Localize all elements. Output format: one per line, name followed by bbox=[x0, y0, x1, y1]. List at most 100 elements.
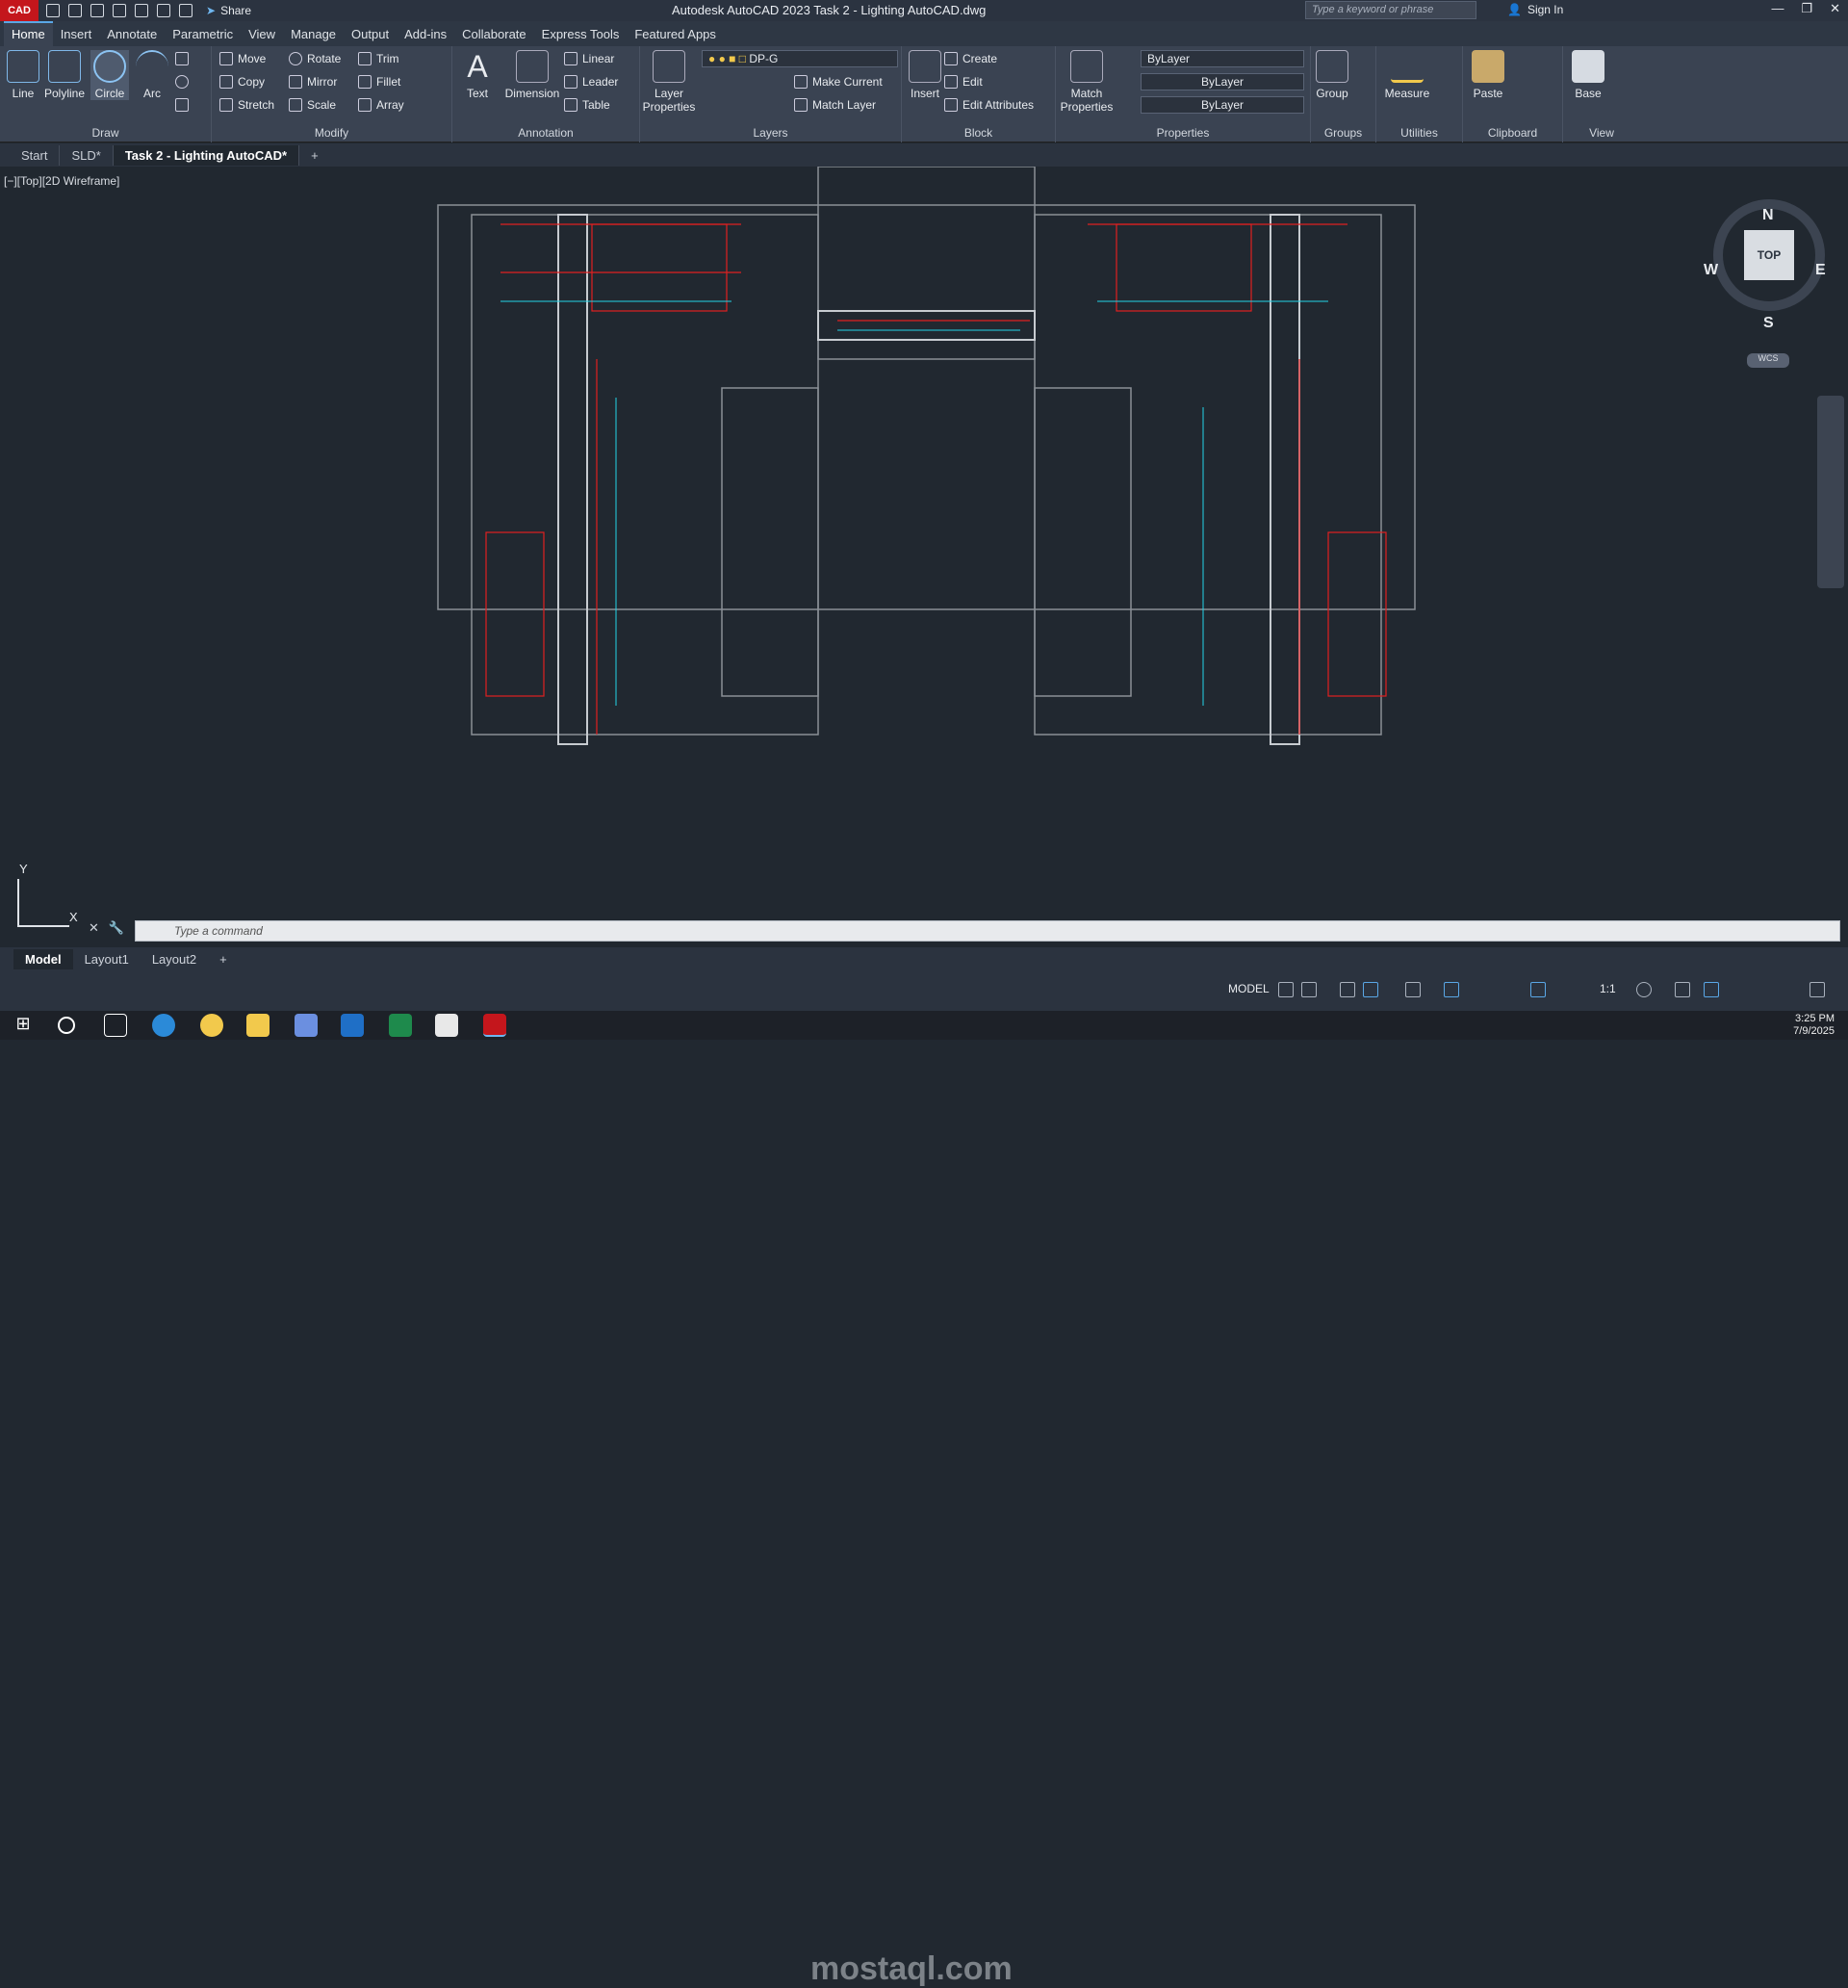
outlook-icon[interactable] bbox=[341, 1014, 364, 1037]
tab-featured-apps[interactable]: Featured Apps bbox=[627, 23, 724, 46]
circle-button[interactable]: Circle bbox=[90, 50, 129, 100]
close-command-icon[interactable]: ✕ bbox=[89, 920, 99, 942]
layout-tab-model[interactable]: Model bbox=[13, 948, 73, 969]
add-layout-button[interactable]: + bbox=[208, 949, 239, 969]
chrome-icon[interactable] bbox=[200, 1014, 223, 1037]
edge-icon[interactable] bbox=[152, 1014, 175, 1037]
share-button[interactable]: ➤ Share bbox=[206, 4, 251, 17]
color-dropdown[interactable]: ByLayer bbox=[1141, 50, 1304, 67]
modify-group-label[interactable]: Modify bbox=[212, 126, 451, 140]
linear-button[interactable]: Linear bbox=[564, 52, 614, 65]
layout-tab-layout1[interactable]: Layout1 bbox=[73, 949, 141, 969]
draw-group-label[interactable]: Draw bbox=[0, 126, 211, 140]
sign-in-button[interactable]: 👤 Sign In bbox=[1507, 3, 1563, 16]
store-icon[interactable] bbox=[295, 1014, 318, 1037]
excel-icon[interactable] bbox=[389, 1014, 412, 1037]
trim-button[interactable]: Trim bbox=[358, 52, 399, 65]
lineweight-dropdown[interactable]: ByLayer bbox=[1141, 96, 1304, 114]
model-space-toggle[interactable]: MODEL bbox=[1228, 982, 1270, 995]
undo-icon[interactable] bbox=[157, 4, 170, 17]
polyline-button[interactable]: Polyline bbox=[40, 50, 89, 100]
copy-button[interactable]: Copy bbox=[219, 75, 265, 89]
save-icon[interactable] bbox=[90, 4, 104, 17]
tab-annotate[interactable]: Annotate bbox=[99, 23, 165, 46]
viewcube-top-face[interactable]: TOP bbox=[1744, 230, 1794, 280]
selection-cycling-icon[interactable] bbox=[1444, 982, 1459, 997]
acrobat-icon[interactable] bbox=[435, 1014, 458, 1037]
move-button[interactable]: Move bbox=[219, 52, 266, 65]
match-properties-button[interactable]: Match Properties bbox=[1056, 50, 1117, 114]
app-menu-button[interactable]: CAD bbox=[0, 0, 38, 21]
print-icon[interactable] bbox=[135, 4, 148, 17]
doc-tab-start[interactable]: Start bbox=[10, 144, 61, 166]
base-button[interactable]: Base bbox=[1569, 50, 1607, 100]
search-input[interactable]: Type a keyword or phrase bbox=[1305, 1, 1476, 19]
workspace-gear-icon[interactable] bbox=[1636, 982, 1652, 997]
tab-view[interactable]: View bbox=[241, 23, 283, 46]
groups-group-label[interactable]: Groups bbox=[1311, 126, 1375, 140]
measure-button[interactable]: Measure bbox=[1380, 50, 1434, 100]
annotation-scale[interactable]: 1:1 bbox=[1600, 982, 1616, 995]
clipboard-group-label[interactable]: Clipboard bbox=[1463, 126, 1562, 140]
task-view-icon[interactable] bbox=[104, 1014, 127, 1037]
text-button[interactable]: A Text bbox=[460, 50, 495, 100]
redo-icon[interactable] bbox=[179, 4, 192, 17]
search-icon[interactable] bbox=[58, 1017, 75, 1034]
group-button[interactable]: Group bbox=[1313, 50, 1351, 100]
windows-start-icon[interactable]: ⊞ bbox=[12, 1014, 35, 1037]
ellipse-icon[interactable] bbox=[175, 75, 189, 89]
array-button[interactable]: Array bbox=[358, 98, 404, 112]
properties-group-label[interactable]: Properties bbox=[1056, 126, 1310, 140]
minimize-icon[interactable]: — bbox=[1771, 1, 1784, 16]
utilities-group-label[interactable]: Utilities bbox=[1376, 126, 1462, 140]
wcs-menu[interactable]: WCS bbox=[1747, 353, 1789, 368]
table-button[interactable]: Table bbox=[564, 98, 610, 112]
tab-collaborate[interactable]: Collaborate bbox=[454, 23, 534, 46]
doc-tab-sld[interactable]: SLD* bbox=[60, 144, 114, 166]
new-tab-button[interactable]: + bbox=[299, 145, 330, 166]
hatch-icon[interactable] bbox=[175, 98, 189, 112]
layer-properties-button[interactable]: Layer Properties bbox=[640, 50, 698, 114]
autocad-icon[interactable] bbox=[483, 1014, 506, 1037]
match-layer-button[interactable]: Match Layer bbox=[794, 98, 876, 112]
system-clock[interactable]: 3:25 PM 7/9/2025 bbox=[1793, 1013, 1835, 1038]
osnap-icon[interactable] bbox=[1405, 982, 1421, 997]
layer-dropdown[interactable]: ● ● ■ □ DP-G bbox=[702, 50, 898, 67]
snap-icon[interactable] bbox=[1301, 982, 1317, 997]
navigation-bar[interactable] bbox=[1817, 396, 1844, 588]
save-as-icon[interactable] bbox=[113, 4, 126, 17]
close-icon[interactable]: ✕ bbox=[1830, 1, 1840, 16]
rotate-button[interactable]: Rotate bbox=[289, 52, 341, 65]
linetype-dropdown[interactable]: ByLayer bbox=[1141, 73, 1304, 90]
make-current-button[interactable]: Make Current bbox=[794, 75, 883, 89]
isolate-objects-icon[interactable] bbox=[1704, 982, 1719, 997]
restore-icon[interactable]: ❐ bbox=[1801, 1, 1812, 16]
tab-home[interactable]: Home bbox=[4, 21, 53, 46]
tab-parametric[interactable]: Parametric bbox=[165, 23, 241, 46]
plus-icon[interactable] bbox=[1675, 982, 1690, 997]
insert-button[interactable]: Insert bbox=[906, 50, 944, 100]
doc-tab-task2[interactable]: Task 2 - Lighting AutoCAD* bbox=[113, 144, 300, 166]
fillet-button[interactable]: Fillet bbox=[358, 75, 400, 89]
tab-output[interactable]: Output bbox=[344, 23, 397, 46]
file-explorer-icon[interactable] bbox=[246, 1014, 270, 1037]
paste-button[interactable]: Paste bbox=[1469, 50, 1507, 100]
open-icon[interactable] bbox=[68, 4, 82, 17]
command-input[interactable]: Type a command bbox=[135, 920, 1840, 942]
tab-addins[interactable]: Add-ins bbox=[397, 23, 454, 46]
mirror-button[interactable]: Mirror bbox=[289, 75, 337, 89]
edit-attributes-button[interactable]: Edit Attributes bbox=[944, 98, 1034, 112]
rectangle-icon[interactable] bbox=[175, 52, 189, 65]
layout-tab-layout2[interactable]: Layout2 bbox=[141, 949, 208, 969]
annotation-visibility-icon[interactable] bbox=[1530, 982, 1546, 997]
tab-manage[interactable]: Manage bbox=[283, 23, 344, 46]
new-icon[interactable] bbox=[46, 4, 60, 17]
line-button[interactable]: Line bbox=[6, 50, 40, 100]
layers-group-label[interactable]: Layers bbox=[640, 126, 901, 140]
menu-icon[interactable] bbox=[1810, 982, 1825, 997]
scale-button[interactable]: Scale bbox=[289, 98, 336, 112]
tab-insert[interactable]: Insert bbox=[53, 23, 100, 46]
block-group-label[interactable]: Block bbox=[902, 126, 1055, 140]
polar-icon[interactable] bbox=[1363, 982, 1378, 997]
edit-block-button[interactable]: Edit bbox=[944, 75, 983, 89]
